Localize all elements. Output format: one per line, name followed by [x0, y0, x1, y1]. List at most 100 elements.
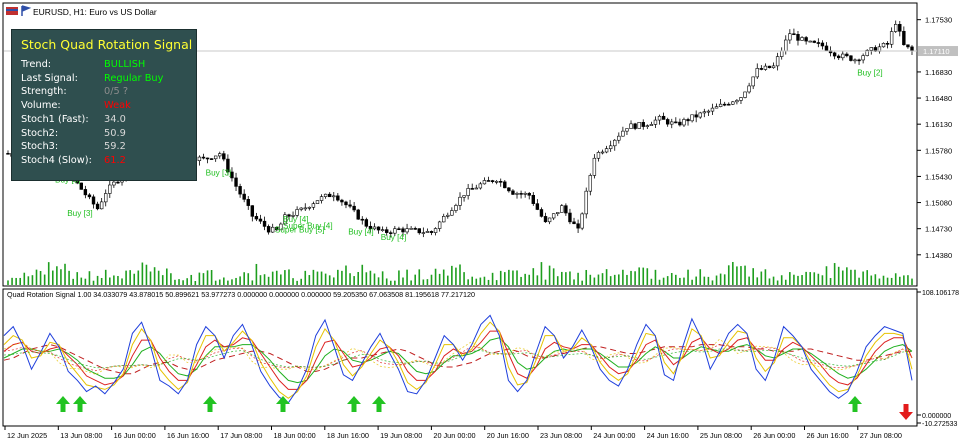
candle-body: [853, 59, 857, 62]
candle-body: [686, 119, 690, 122]
candle-body: [397, 228, 401, 231]
candle-body: [494, 181, 499, 183]
candle-body: [470, 188, 474, 190]
indicator-plot-frame: [2, 288, 918, 427]
candle-body: [442, 216, 446, 223]
candle-body: [6, 152, 10, 155]
candle-body: [356, 209, 360, 220]
candle-body: [816, 42, 821, 44]
candle-body: [743, 91, 747, 98]
candle-body: [739, 97, 743, 101]
candle-body: [596, 152, 601, 159]
candle-body: [250, 205, 255, 217]
signal-label: Buy [4]: [348, 228, 374, 237]
candle-body: [824, 45, 829, 51]
candle-body: [87, 194, 92, 198]
candle-body: [108, 184, 112, 194]
time-axis: 12 Jun 2025 13 Jun 08:00 16 Jun 00:00 16 Ju…: [4, 426, 902, 440]
indicator-tick-label: 108.106178: [922, 290, 959, 297]
candle-body: [323, 193, 328, 197]
candle-body: [315, 200, 320, 204]
price-tick-label: 1.15430: [925, 172, 952, 181]
candle-body: [608, 145, 613, 149]
candle-body: [906, 44, 910, 48]
candle-body: [421, 232, 426, 234]
candle-body: [637, 122, 641, 129]
candle-body: [592, 157, 597, 176]
candle-body: [466, 188, 470, 196]
candle-body: [617, 135, 621, 141]
candle-body: [234, 177, 238, 187]
time-tick-label: 13 Jun 08:00: [60, 431, 102, 440]
panel-row-label: Strength:: [21, 86, 67, 98]
candle-body: [213, 155, 218, 160]
price-tick-label: 1.15080: [925, 199, 952, 208]
candle-body: [832, 52, 837, 57]
candle-body: [352, 205, 356, 211]
candle-body: [344, 201, 348, 206]
candle-body: [104, 193, 108, 203]
candle-body: [201, 156, 206, 159]
candle-body: [364, 219, 369, 227]
candle-body: [336, 195, 340, 201]
candle-body: [759, 68, 764, 70]
candle-body: [645, 125, 650, 128]
candle-body: [621, 130, 625, 137]
indicator-axis: 108.106178 0.000000-10.272533: [917, 290, 959, 428]
time-tick-label: 20 Jun 16:00: [487, 431, 529, 440]
candle-body: [665, 119, 670, 125]
candle-body: [812, 40, 816, 43]
candle-body: [380, 229, 385, 231]
candle-body: [266, 226, 271, 233]
time-tick-label: 18 Jun 16:00: [327, 431, 369, 440]
candle-body: [710, 107, 715, 112]
candle-body: [458, 196, 462, 206]
candle-body: [841, 53, 845, 59]
panel-row-label: Stoch4 (Slow):: [21, 154, 92, 166]
symbol-title: EURUSD, H1: Euro vs US Dollar: [33, 7, 157, 17]
candle-body: [649, 124, 654, 127]
candle-body: [722, 103, 727, 106]
candle-body: [376, 226, 381, 231]
signal-label: Super Buy [5]: [275, 225, 325, 234]
candle-body: [698, 112, 702, 118]
candle-body: [222, 153, 226, 160]
candle-body: [535, 203, 540, 210]
candle-body: [478, 183, 483, 189]
candle-body: [670, 121, 674, 125]
candle-body: [246, 199, 250, 206]
candle-body: [910, 46, 914, 51]
candle-body: [792, 33, 796, 36]
candle-body: [515, 193, 519, 195]
candle-body: [360, 218, 364, 221]
candle-body: [784, 39, 788, 52]
panel-row-label: Stoch1 (Fast):: [21, 113, 89, 125]
candle-body: [523, 193, 527, 195]
candle-body: [604, 148, 609, 153]
panel-row-value: 34.0: [104, 113, 126, 125]
price-tick-label: 1.16830: [925, 68, 952, 77]
panel-row-value: 61.2: [104, 154, 126, 166]
candle-body: [653, 119, 658, 125]
signal-label: Buy [2]: [857, 69, 883, 78]
candle-body: [116, 181, 120, 184]
candle-body: [657, 115, 662, 121]
time-tick-label: 26 Jun 16:00: [807, 431, 849, 440]
time-tick-label: 19 Jun 08:00: [380, 431, 422, 440]
time-tick-label: 16 Jun 16:00: [167, 431, 209, 440]
info-panel: Stoch Quad Rotation Signal Trend: BULLISH…: [11, 29, 197, 181]
candle-body: [95, 203, 100, 210]
candle-body: [327, 193, 332, 198]
candle-body: [209, 158, 214, 160]
panel-row-value: 59.2: [104, 141, 126, 153]
time-tick-label: 23 Jun 08:00: [540, 431, 582, 440]
candle-body: [303, 207, 307, 210]
price-tick-label: 1.14380: [925, 251, 952, 260]
candle-body: [894, 24, 898, 32]
candle-body: [270, 226, 275, 233]
candle-body: [779, 50, 784, 57]
candle-body: [808, 40, 812, 43]
candle-body: [771, 65, 776, 69]
candle-body: [311, 203, 316, 208]
candle-body: [547, 217, 552, 223]
